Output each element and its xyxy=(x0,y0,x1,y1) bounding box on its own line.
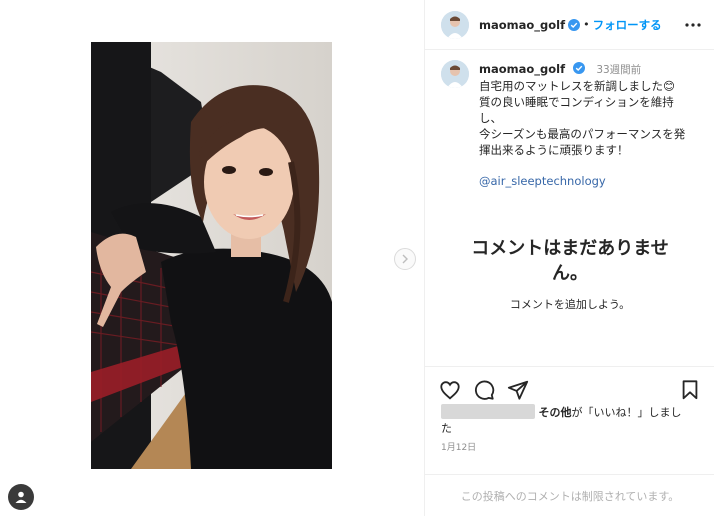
paper-plane-icon[interactable] xyxy=(507,379,529,401)
chevron-right-icon xyxy=(402,254,408,264)
no-comments-title: コメントはまだありませ xyxy=(471,238,669,259)
profile-button[interactable] xyxy=(8,484,34,510)
caption-line: 今シーズンも最高のパフォーマンスを発 xyxy=(479,127,686,141)
likes-text: が「いいね！」しまし xyxy=(571,406,682,419)
avatar-image xyxy=(441,10,469,39)
post-date[interactable]: 1月12日 xyxy=(441,440,476,453)
post-caption: maomao_golf 33週間前 自宅用のマットレスを新調しました😊 質の良い… xyxy=(441,60,703,189)
comments-restricted-notice: この投稿へのコメントは制限されています。 xyxy=(425,474,714,516)
caption-line: 質の良い睡眠でコンディションを維持 xyxy=(479,95,674,109)
user-silhouette-icon xyxy=(15,491,27,503)
avatar-image xyxy=(441,60,469,88)
likes-text: た xyxy=(441,422,452,435)
heart-icon[interactable] xyxy=(439,379,461,401)
caption-line: し、 xyxy=(479,111,502,125)
no-comments-title: ん。 xyxy=(552,263,588,284)
bookmark-icon[interactable] xyxy=(679,379,701,401)
author-avatar[interactable] xyxy=(441,10,469,39)
liker-name-blurred[interactable] xyxy=(441,404,535,419)
post-time-ago[interactable]: 33週間前 xyxy=(596,64,641,76)
post-header: maomao_golf • フォローする xyxy=(425,0,714,50)
mention-link[interactable]: @air_sleeptechnology xyxy=(479,174,606,188)
no-comments-subtitle: コメントを追加しよう。 xyxy=(509,298,631,311)
media-pane xyxy=(0,0,424,516)
likes-summary: その他が「いいね！」しまし た xyxy=(441,404,703,437)
photo-illustration xyxy=(91,42,332,469)
caption-body: maomao_golf 33週間前 自宅用のマットレスを新調しました😊 質の良い… xyxy=(479,60,703,189)
comment-bubble-icon[interactable] xyxy=(473,379,495,401)
no-comments-placeholder: コメントはまだありませ ん。 コメントを追加しよう。 xyxy=(425,236,714,312)
caption-line: 揮出来るように頑張ります！ xyxy=(479,143,629,157)
follow-button[interactable]: フォローする xyxy=(593,17,662,33)
verified-badge-icon xyxy=(568,18,581,31)
verified-badge-icon xyxy=(573,62,586,74)
separator-dot: • xyxy=(583,18,590,31)
caption-line: 自宅用のマットレスを新調しました😊 xyxy=(479,79,675,93)
likes-others-link[interactable]: その他 xyxy=(539,406,572,419)
author-username[interactable]: maomao_golf xyxy=(479,18,565,32)
more-horizontal-icon[interactable] xyxy=(685,19,701,31)
caption-username[interactable]: maomao_golf xyxy=(479,62,565,76)
next-media-button[interactable] xyxy=(394,248,416,270)
post-info-pane: maomao_golf • フォローする maomao_golf 33週間前 自… xyxy=(424,0,714,516)
post-photo[interactable] xyxy=(91,42,332,469)
caption-author-avatar[interactable] xyxy=(441,60,469,88)
